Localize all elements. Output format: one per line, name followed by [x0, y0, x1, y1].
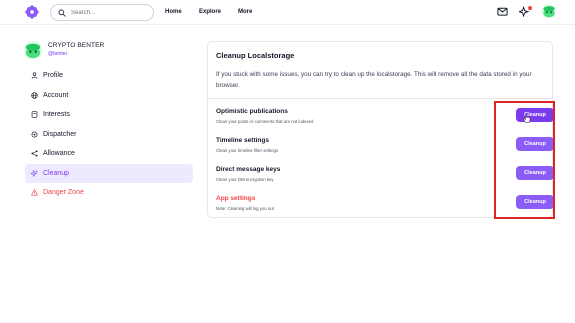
row-title: Timeline settings: [216, 137, 269, 144]
profile-handle: @benter: [48, 51, 68, 57]
app-logo-icon[interactable]: [25, 5, 39, 19]
gear-icon: [31, 131, 38, 138]
sidebar-item-allowance[interactable]: Allowance: [25, 144, 193, 164]
globe-icon: [31, 92, 38, 99]
sidebar-item-dispatcher[interactable]: Dispatcher: [25, 125, 193, 145]
row-subtitle: Clean your timeline filter settings: [216, 148, 279, 153]
sidebar-item-label: Allowance: [43, 150, 75, 158]
sidebar-item-label: Profile: [43, 72, 63, 80]
row-title: Direct message keys: [216, 166, 281, 173]
search-icon: [58, 8, 66, 17]
user-icon: [31, 72, 38, 79]
row-title: App settings: [216, 195, 256, 202]
nav-home-link[interactable]: Home: [165, 8, 182, 16]
sidebar-item-interests[interactable]: Interests: [25, 105, 193, 125]
settings-sidebar: Profile Account Interests Dispatcher All…: [25, 66, 193, 203]
sidebar-item-label: Account: [43, 91, 69, 99]
top-bar: Home Explore More: [0, 0, 575, 25]
page-title: Cleanup Localstorage: [216, 51, 295, 60]
search-input[interactable]: [71, 6, 151, 19]
sidebar-item-account[interactable]: Account: [25, 86, 193, 106]
nav-more-link[interactable]: More: [238, 8, 252, 16]
sidebar-item-profile[interactable]: Profile: [25, 66, 193, 86]
sidebar-item-label: Interests: [43, 111, 70, 119]
row-title: Optimistic publications: [216, 108, 288, 115]
hand-cursor-icon: [523, 114, 531, 123]
row-subtitle: Clean your posts or comments that are no…: [216, 119, 314, 124]
mail-icon[interactable]: [497, 6, 508, 17]
card-header: Cleanup Localstorage If you stuck with s…: [208, 42, 552, 99]
row-subtitle: Clean your DM encryption key: [216, 177, 274, 182]
row-subtitle: Note: Cleaning will log you out: [216, 206, 274, 211]
sidebar-item-cleanup[interactable]: Cleanup: [25, 163, 193, 183]
share-icon: [31, 150, 38, 157]
bookmark-icon: [31, 111, 38, 118]
sidebar-item-label: Danger Zone: [43, 189, 84, 197]
nav-explore-link[interactable]: Explore: [199, 8, 221, 16]
warning-icon: [31, 189, 38, 196]
sidebar-item-danger-zone[interactable]: Danger Zone: [25, 183, 193, 203]
notification-dot: [528, 6, 532, 10]
user-avatar[interactable]: [542, 4, 556, 18]
profile-summary: CRYPTO BENTER @benter: [24, 41, 104, 59]
search-box[interactable]: [50, 4, 154, 21]
sparkle-icon: [31, 169, 38, 177]
sidebar-item-label: Dispatcher: [43, 130, 77, 138]
profile-avatar: [24, 41, 42, 59]
profile-name: CRYPTO BENTER: [48, 42, 105, 49]
page-description: If you stuck with some issues, you can t…: [216, 71, 532, 89]
sidebar-item-label: Cleanup: [43, 169, 70, 177]
